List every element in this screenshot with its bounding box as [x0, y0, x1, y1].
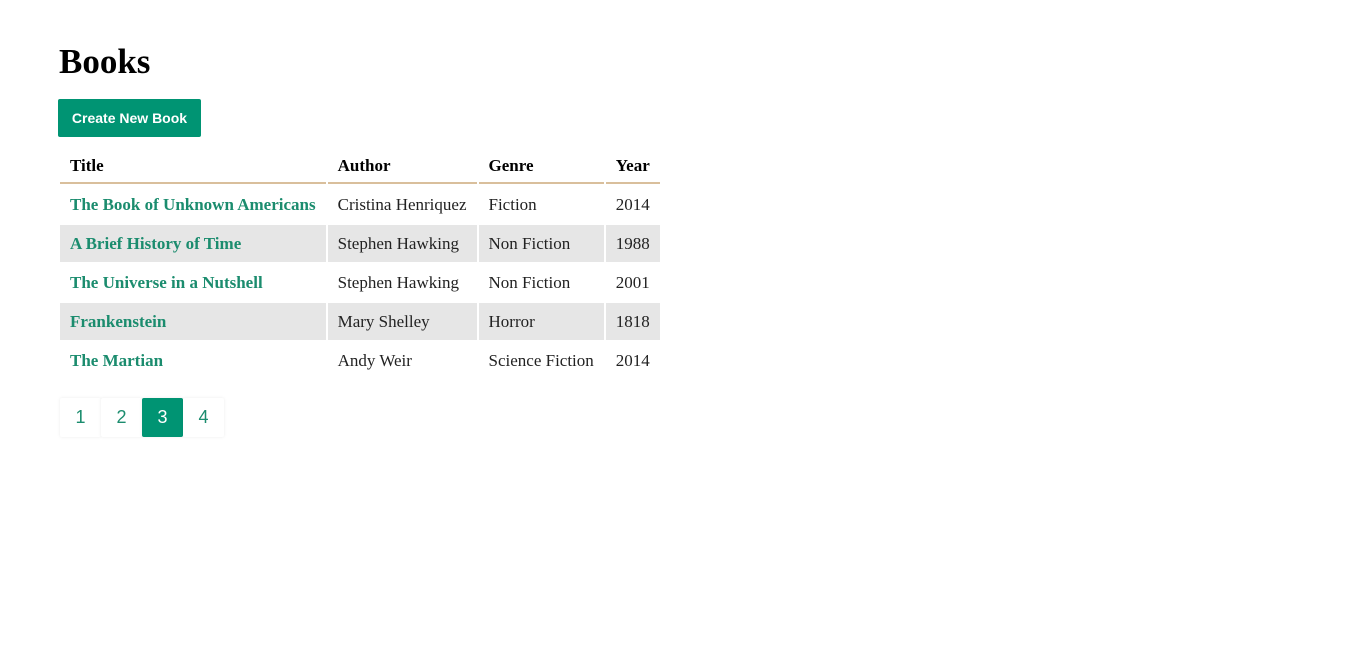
books-page: Books Create New Book Title Author Genre… [58, 40, 660, 437]
book-genre-cell: Non Fiction [488, 272, 571, 292]
book-year-cell: 2014 [615, 350, 650, 370]
book-author-cell: Cristina Henriquez [337, 194, 467, 214]
table-row: The Book of Unknown Americans Cristina H… [60, 186, 660, 223]
table-row: The Universe in a Nutshell Stephen Hawki… [60, 264, 660, 301]
book-title-link[interactable]: The Book of Unknown Americans [70, 195, 316, 214]
table-row: The Martian Andy Weir Science Fiction 20… [60, 342, 660, 379]
column-header-title: Title [60, 148, 326, 184]
book-author-cell: Stephen Hawking [327, 225, 477, 262]
book-year-cell: 2001 [615, 272, 650, 292]
column-header-genre: Genre [478, 148, 604, 184]
table-row: Frankenstein Mary Shelley Horror 1818 [60, 303, 660, 340]
book-title-cell: The Martian [60, 342, 326, 379]
page-1-button[interactable]: 1 [60, 398, 101, 437]
book-title-link[interactable]: Frankenstein [70, 312, 166, 331]
page-title: Books [59, 42, 151, 81]
create-new-book-button[interactable]: Create New Book [58, 99, 201, 137]
book-title-link[interactable]: The Martian [70, 351, 163, 370]
book-title-link[interactable]: The Universe in a Nutshell [70, 273, 263, 292]
column-header-author: Author [327, 148, 477, 184]
book-year-cell: 1988 [605, 225, 660, 262]
book-genre-cell: Horror [478, 303, 604, 340]
book-title-cell: The Universe in a Nutshell [60, 264, 326, 301]
book-year-cell: 1818 [605, 303, 660, 340]
book-author-cell: Stephen Hawking [337, 272, 459, 292]
book-title-cell: The Book of Unknown Americans [60, 186, 326, 223]
table-header-row: Title Author Genre Year [60, 148, 660, 184]
books-table: Title Author Genre Year The Book of Unkn… [58, 146, 662, 381]
pagination: 1 2 3 4 [60, 398, 224, 437]
book-genre-cell: Non Fiction [478, 225, 604, 262]
book-year-cell: 2014 [615, 194, 650, 214]
book-author-cell: Andy Weir [337, 350, 412, 370]
column-header-year: Year [605, 148, 660, 184]
page-2-button[interactable]: 2 [101, 398, 142, 437]
book-title-cell: A Brief History of Time [60, 225, 326, 262]
book-genre-cell: Fiction [488, 194, 537, 214]
page-4-button[interactable]: 4 [183, 398, 224, 437]
page-3-button[interactable]: 3 [142, 398, 183, 437]
book-title-link[interactable]: A Brief History of Time [70, 234, 241, 253]
book-genre-cell: Science Fiction [488, 350, 594, 370]
book-author-cell: Mary Shelley [327, 303, 477, 340]
book-title-cell: Frankenstein [60, 303, 326, 340]
table-row: A Brief History of Time Stephen Hawking … [60, 225, 660, 262]
